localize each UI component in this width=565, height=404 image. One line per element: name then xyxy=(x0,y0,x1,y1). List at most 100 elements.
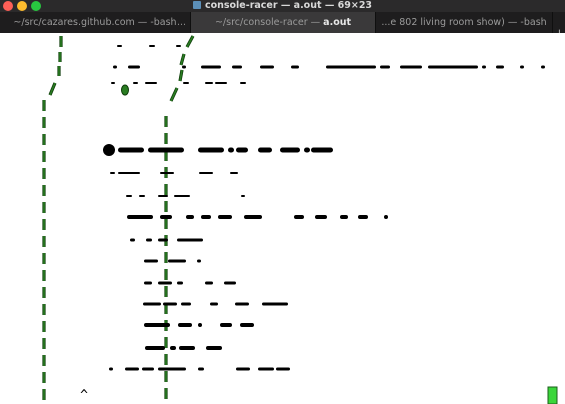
ascii-glyph-run xyxy=(174,195,190,197)
ascii-glyph-run xyxy=(144,323,170,327)
ascii-glyph-run xyxy=(240,82,246,84)
ascii-glyph-run xyxy=(128,65,140,69)
ascii-glyph-run xyxy=(380,65,390,69)
ascii-glyph-run xyxy=(149,45,155,47)
ascii-glyph-run xyxy=(144,259,158,263)
ascii-glyph-run xyxy=(110,172,115,174)
window-titlebar: console-racer — a.out — 69×23 xyxy=(0,0,565,12)
ascii-glyph-run xyxy=(258,147,272,153)
ascii-glyph-run xyxy=(236,367,250,371)
ascii-glyph-run xyxy=(158,281,172,285)
ascii-glyph-run xyxy=(160,172,174,174)
ascii-glyph-run xyxy=(205,281,213,285)
ascii-glyph-run xyxy=(146,238,152,242)
ascii-glyph-run xyxy=(143,302,161,306)
ascii-glyph-run xyxy=(205,82,213,84)
tab-overflow-indicator: ... xyxy=(176,17,186,28)
tab-label: ...e 802 living room show) — -bash xyxy=(381,17,547,28)
ascii-glyph-run xyxy=(179,346,195,350)
ascii-glyph-run xyxy=(384,215,388,219)
ascii-glyph-run xyxy=(236,147,248,153)
ascii-glyph-run xyxy=(262,302,288,306)
ascii-glyph-run xyxy=(118,172,140,174)
ascii-glyph-run xyxy=(158,195,168,197)
fuel-gauge xyxy=(547,386,558,404)
ascii-glyph-run xyxy=(145,346,165,350)
ascii-glyph-run xyxy=(241,195,245,197)
window-title: console-racer — a.out — 69×23 xyxy=(0,0,565,12)
ascii-glyph-run xyxy=(244,215,262,219)
lane-right-dash-fill xyxy=(170,87,178,102)
ascii-glyph-run xyxy=(215,82,227,84)
tab-label: a.out xyxy=(323,17,352,28)
ascii-glyph-run xyxy=(145,82,157,84)
ascii-glyph-run xyxy=(258,367,274,371)
ascii-glyph-run xyxy=(118,147,144,153)
ascii-glyph-run xyxy=(358,215,368,219)
ascii-glyph-run xyxy=(210,302,218,306)
ascii-glyph-run xyxy=(400,65,422,69)
ascii-glyph-run xyxy=(315,215,327,219)
ascii-glyph-run xyxy=(126,195,132,197)
ascii-glyph-run xyxy=(163,302,177,306)
ascii-glyph-run xyxy=(144,281,152,285)
ascii-glyph-run xyxy=(201,65,221,69)
ascii-glyph-run xyxy=(198,367,204,371)
ascii-glyph-run xyxy=(117,45,122,47)
diamond-obstacle xyxy=(121,84,129,96)
ascii-glyph-run xyxy=(148,147,184,153)
ascii-glyph-run xyxy=(168,259,186,263)
ascii-glyph-run xyxy=(139,195,145,197)
ascii-glyph-run xyxy=(199,172,213,174)
ascii-glyph-run xyxy=(198,147,224,153)
ascii-glyph-run xyxy=(170,346,176,350)
ascii-glyph-run xyxy=(160,215,172,219)
ascii-glyph-run xyxy=(201,215,211,219)
ascii-glyph-run xyxy=(182,65,186,69)
ascii-glyph-run xyxy=(541,65,545,69)
ascii-glyph-run xyxy=(130,238,135,242)
ascii-glyph-run xyxy=(311,147,333,153)
ascii-glyph-run xyxy=(276,367,290,371)
ascii-glyph-run xyxy=(186,215,194,219)
ascii-glyph-run xyxy=(294,215,304,219)
ascii-glyph-run xyxy=(228,147,234,153)
ascii-glyph-run xyxy=(176,45,181,47)
tab-cazares-bash[interactable]: ~/src/cazares.github.com — -bash ... xyxy=(0,12,191,33)
ascii-glyph-run xyxy=(142,367,154,371)
ascii-glyph-run xyxy=(340,215,348,219)
ascii-glyph-run xyxy=(496,65,504,69)
ascii-glyph-run xyxy=(178,323,192,327)
terminal-document-icon xyxy=(192,1,201,9)
tab-living-room-bash[interactable]: ...e 802 living room show) — -bash xyxy=(376,12,553,33)
ascii-glyph-run xyxy=(177,281,183,285)
player-car: ^ xyxy=(80,388,88,403)
ascii-glyph-run xyxy=(197,259,201,263)
ascii-glyph-run xyxy=(304,147,310,153)
window-title-text: console-racer — a.out — 69×23 xyxy=(204,0,373,11)
tab-bar: ~/src/cazares.github.com — -bash ... ~/s… xyxy=(0,12,565,42)
game-canvas: ^ xyxy=(42,35,558,404)
tab-label-prefix: ~/src/console-racer — xyxy=(214,17,324,28)
ascii-glyph-run xyxy=(183,82,189,84)
terminal-game-screen[interactable]: ^ xyxy=(0,33,565,404)
ascii-glyph-run xyxy=(326,65,376,69)
tab-console-racer[interactable]: ~/src/console-racer — a.out xyxy=(191,12,376,33)
lane-left-dash-fill xyxy=(49,82,56,96)
ascii-glyph-run xyxy=(177,238,203,242)
ascii-glyph-run xyxy=(133,82,138,84)
ascii-glyph-run xyxy=(127,215,153,219)
ascii-glyph-run xyxy=(230,172,238,174)
ascii-glyph-run xyxy=(125,367,139,371)
ascii-glyph-run xyxy=(198,323,202,327)
ascii-glyph-run xyxy=(218,215,232,219)
ascii-glyph-run xyxy=(240,323,254,327)
ascii-glyph-run xyxy=(482,65,486,69)
ascii-glyph-run xyxy=(220,323,232,327)
lane-right-dash-fill xyxy=(186,35,194,48)
ascii-glyph-run xyxy=(260,65,274,69)
ascii-glyph-run xyxy=(109,367,113,371)
ascii-glyph-run xyxy=(291,65,299,69)
ascii-glyph-run xyxy=(206,346,222,350)
ascii-glyph-run xyxy=(111,82,115,84)
